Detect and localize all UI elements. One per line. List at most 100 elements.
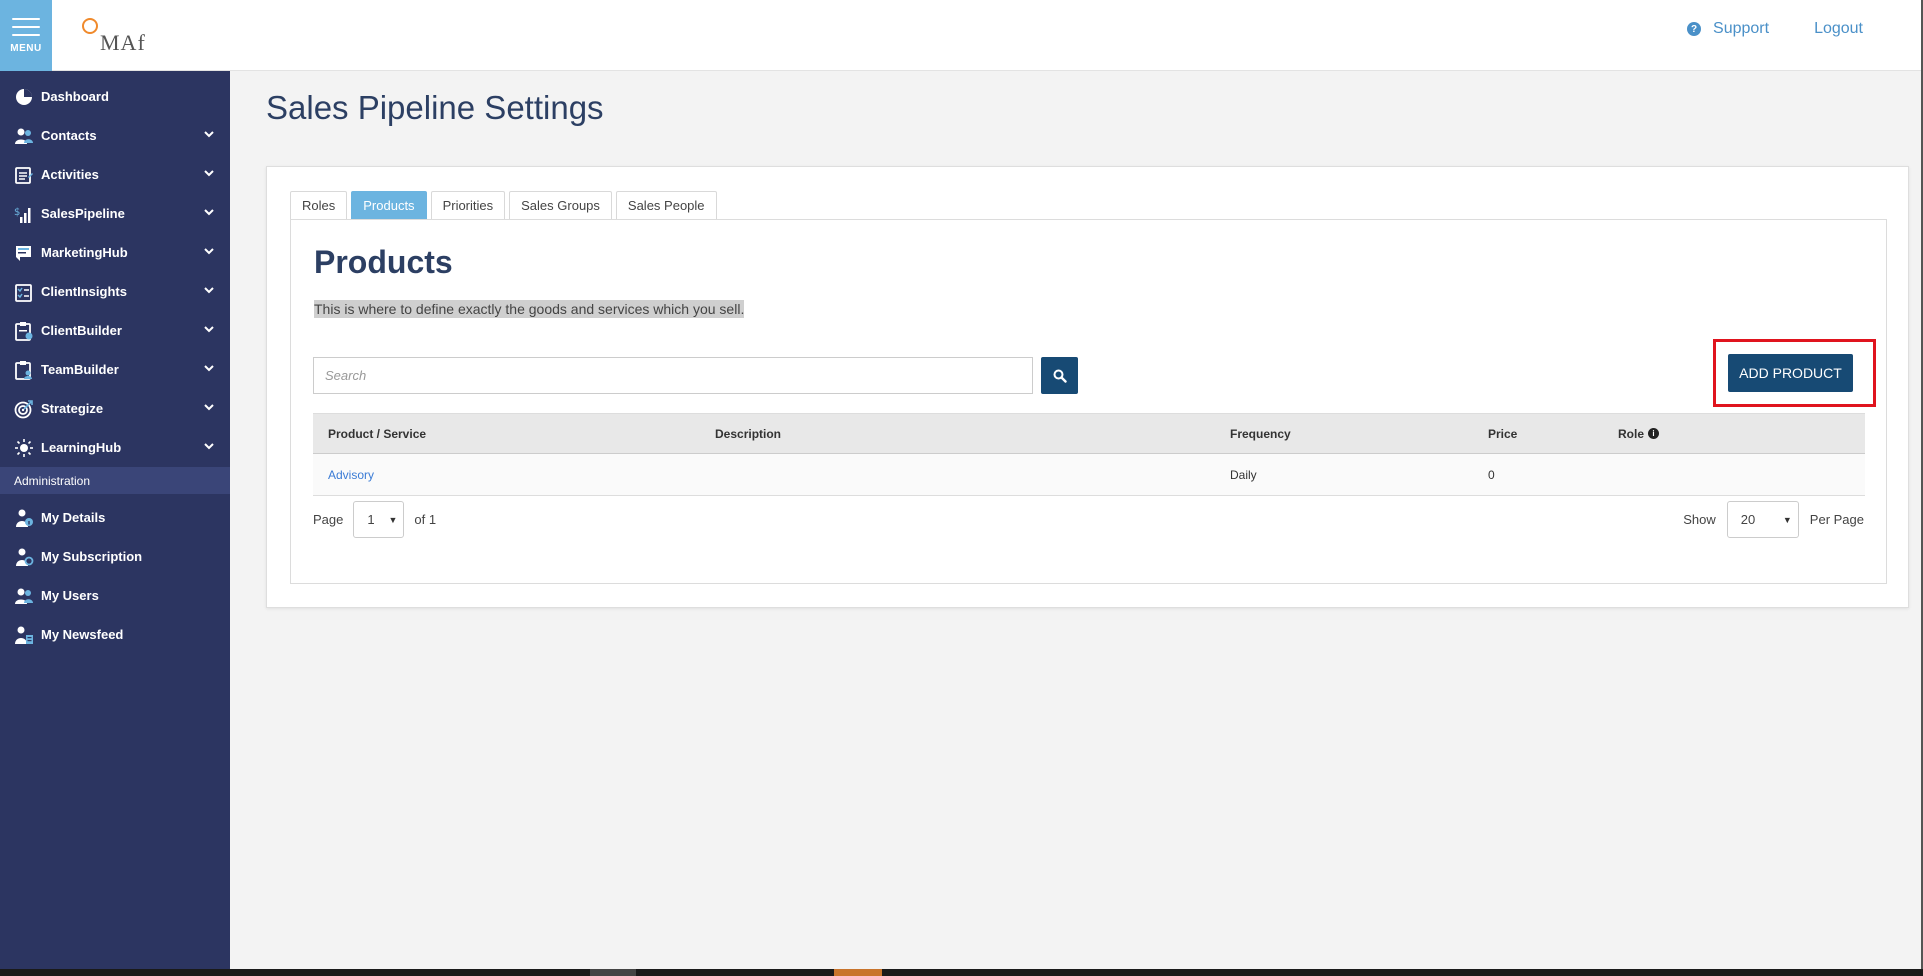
sidebar-item-activities[interactable]: Activities [0,155,230,194]
clipboard-icon [14,321,34,341]
settings-tabs: Roles Products Priorities Sales Groups S… [290,191,721,219]
question-circle-icon: ? [1687,22,1702,36]
tab-products[interactable]: Products [351,191,427,219]
sidebar-item-label: My Details [41,510,106,525]
page-select-value: 1 [367,512,375,527]
sidebar-item-label: TeamBuilder [41,362,119,377]
page-select[interactable]: 1 ▼ [353,501,405,538]
sidebar: Dashboard Contacts Activities $ SalesPip… [0,71,230,969]
envelope-icon [14,243,34,263]
main-content: Sales Pipeline Settings Roles Products P… [230,71,1923,969]
sidebar-item-label: ClientInsights [41,284,127,299]
lightbulb-icon [14,438,34,458]
add-product-button[interactable]: ADD PRODUCT [1728,354,1853,392]
column-header-price[interactable]: Price [1488,414,1517,453]
user-info-icon [14,508,34,528]
user-news-icon [14,625,34,645]
sidebar-item-label: My Newsfeed [41,627,124,642]
chevron-down-icon [204,248,214,255]
show-label: Show [1683,512,1716,527]
hamburger-icon [12,17,40,36]
column-header-product[interactable]: Product / Service [328,414,426,453]
taskbar-item[interactable] [834,969,882,976]
calendar-icon [14,165,34,185]
sidebar-item-label: SalesPipeline [41,206,125,221]
info-icon[interactable]: i [1648,428,1660,439]
taskbar-strip [0,969,1923,976]
table-row[interactable]: Advisory Daily 0 [313,454,1865,496]
svg-text:$: $ [14,207,20,218]
settings-card: Roles Products Priorities Sales Groups S… [266,166,1909,608]
search-input[interactable] [313,357,1033,394]
page-label: Page [313,512,344,527]
tab-sales-groups[interactable]: Sales Groups [509,191,612,219]
page-title: Sales Pipeline Settings [266,89,604,126]
tab-priorities[interactable]: Priorities [430,191,506,219]
sidebar-item-clientinsights[interactable]: ClientInsights [0,272,230,311]
menu-button[interactable]: MENU [0,0,52,71]
chevron-down-icon [204,131,214,138]
bar-chart-icon: $ [14,204,34,224]
sidebar-item-my-users[interactable]: My Users [0,576,230,615]
sidebar-item-strategize[interactable]: Strategize [0,389,230,428]
chevron-down-icon [204,209,214,216]
top-bar: MENU MAf ? Support Logout [0,0,1923,71]
sidebar-item-clientbuilder[interactable]: ClientBuilder [0,311,230,350]
per-page-control: Show 20 ▼ Per Page [1683,501,1864,538]
sidebar-item-label: Dashboard [41,89,109,104]
search-button[interactable] [1041,357,1078,394]
sidebar-item-salespipeline[interactable]: $ SalesPipeline [0,194,230,233]
product-link[interactable]: Advisory [328,454,374,495]
clipboard-team-icon [14,360,34,380]
tab-sales-people[interactable]: Sales People [615,191,717,219]
chevron-down-icon [204,170,214,177]
chevron-down-icon [204,326,214,333]
search-icon [1053,369,1067,383]
users-icon [14,586,34,606]
logo-text: MAf [100,30,146,55]
top-links: ? Support Logout [1687,0,1923,58]
sidebar-item-label: My Subscription [41,549,143,564]
per-page-label: Per Page [1809,512,1864,527]
chevron-down-icon [204,365,214,372]
sidebar-item-teambuilder[interactable]: TeamBuilder [0,350,230,389]
chevron-down-icon [204,287,214,294]
caret-down-icon: ▼ [1782,515,1792,525]
user-refresh-icon [14,547,34,567]
per-page-select-value: 20 [1740,512,1756,527]
administration-header: Administration [0,467,230,494]
logo[interactable]: MAf [80,16,160,56]
target-icon [14,399,34,419]
sidebar-item-contacts[interactable]: Contacts [0,116,230,155]
sidebar-item-label: Contacts [41,128,97,143]
sidebar-item-dashboard[interactable]: Dashboard [0,77,230,116]
sidebar-item-label: MarketingHub [41,245,128,260]
users-icon [14,126,34,146]
tab-roles[interactable]: Roles [290,191,348,219]
panel-description: This is where to define exactly the good… [314,300,745,318]
per-page-select[interactable]: 20 ▼ [1726,501,1799,538]
column-header-description[interactable]: Description [715,414,781,453]
column-header-role-label: Role [1618,426,1645,441]
logo-ring-icon [82,18,98,34]
taskbar-item[interactable] [590,969,636,976]
caret-down-icon: ▼ [388,515,398,525]
panel-title: Products [314,244,453,280]
page-total-label: of 1 [414,512,437,527]
sidebar-item-marketinghub[interactable]: MarketingHub [0,233,230,272]
sidebar-item-my-newsfeed[interactable]: My Newsfeed [0,615,230,654]
column-header-frequency[interactable]: Frequency [1230,414,1291,453]
cell-frequency: Daily [1230,467,1257,482]
support-link[interactable]: ? Support [1687,20,1769,38]
sidebar-item-label: My Users [41,588,99,603]
sidebar-item-learninghub[interactable]: LearningHub [0,428,230,467]
logout-link[interactable]: Logout [1814,20,1863,38]
pie-chart-icon [14,87,34,107]
sidebar-item-label: Strategize [41,401,104,416]
menu-label: MENU [10,42,42,54]
sidebar-item-my-subscription[interactable]: My Subscription [0,537,230,576]
checklist-icon [14,282,34,302]
column-header-role[interactable]: Role i [1618,414,1660,453]
sidebar-item-my-details[interactable]: My Details [0,498,230,537]
products-table: Product / Service Description Frequency … [313,413,1865,496]
